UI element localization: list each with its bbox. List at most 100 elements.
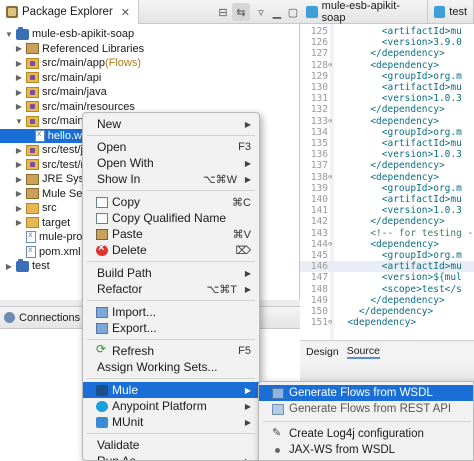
srcfolder-icon bbox=[26, 72, 39, 83]
collapsed-arrow-icon[interactable] bbox=[4, 261, 14, 271]
expanded-arrow-icon[interactable] bbox=[14, 116, 24, 126]
refresh-icon bbox=[96, 342, 108, 357]
code-line: <groupId>org.m bbox=[336, 70, 462, 82]
collapsed-arrow-icon[interactable] bbox=[14, 218, 24, 228]
folder-icon bbox=[26, 202, 39, 214]
tree-item-project[interactable]: mule-esb-apikit-soap bbox=[0, 26, 300, 41]
line-number: 134 bbox=[310, 126, 328, 138]
fold-toggle-icon[interactable]: ⊖ bbox=[328, 173, 332, 181]
tree-item-hello-wsdl[interactable]: hello.w bbox=[0, 128, 82, 143]
tab-design[interactable]: Design bbox=[306, 346, 339, 358]
project-icon bbox=[16, 258, 29, 272]
menu-item-label: New bbox=[97, 117, 122, 131]
line-number: 138 bbox=[310, 171, 328, 183]
tree-item-src-main-app[interactable]: src/main/app (Flows) bbox=[0, 56, 300, 70]
menu-export[interactable]: Export... bbox=[83, 320, 259, 336]
code-line: <artifactId>mu bbox=[336, 26, 462, 37]
collapsed-arrow-icon[interactable] bbox=[14, 73, 24, 83]
editor-tab-mule-esb-apikit-soap[interactable]: mule-esb-apikit-soap bbox=[300, 0, 428, 24]
collapsed-arrow-icon[interactable] bbox=[14, 174, 24, 184]
menu-build-path[interactable]: Build Path ▶ bbox=[83, 265, 259, 281]
menu-paste[interactable]: Paste ⌘V bbox=[83, 226, 259, 242]
menu-new[interactable]: New ▶ bbox=[83, 116, 259, 132]
line-number: 125 bbox=[310, 26, 328, 37]
menu-anypoint-platform[interactable]: Anypoint Platform ▶ bbox=[83, 398, 259, 414]
line-number: 135 bbox=[310, 138, 328, 149]
menu-item-label: Copy bbox=[112, 195, 141, 209]
change-ruler bbox=[330, 24, 334, 340]
fold-toggle-icon[interactable]: ⊖ bbox=[328, 240, 332, 248]
fold-toggle-icon[interactable]: ⊖ bbox=[328, 117, 332, 125]
tree-item-referenced-libraries[interactable]: Referenced Libraries bbox=[0, 42, 300, 56]
folder-icon bbox=[26, 217, 39, 228]
tree-item-label: src bbox=[42, 202, 57, 214]
collapsed-arrow-icon[interactable] bbox=[14, 102, 24, 112]
menu-item-label: Copy Qualified Name bbox=[112, 211, 227, 225]
menu-open[interactable]: Open F3 bbox=[83, 139, 259, 155]
tree-item-src-main-api[interactable]: src/main/api bbox=[0, 71, 300, 85]
submenu-jaxws-from-wsdl[interactable]: JAX-WS from WSDL bbox=[259, 442, 473, 458]
code-line: <dependency> bbox=[336, 317, 417, 329]
line-number: 137 bbox=[310, 160, 328, 172]
tree-item-src-main-java[interactable]: src/main/java bbox=[0, 85, 300, 99]
collapsed-arrow-icon[interactable] bbox=[14, 203, 24, 213]
line-number: 148 bbox=[310, 283, 328, 295]
line-number: 147 bbox=[310, 272, 328, 284]
fold-toggle-icon[interactable]: ⊖ bbox=[328, 318, 332, 326]
expanded-arrow-icon[interactable] bbox=[4, 29, 14, 39]
package-explorer-icon bbox=[6, 6, 18, 18]
code-line: <artifactId>mu bbox=[336, 194, 462, 205]
code-line: <groupId>org.m bbox=[336, 250, 462, 261]
menu-item-shortcut: ⌘C bbox=[232, 196, 251, 209]
menu-item-label: Paste bbox=[112, 227, 143, 241]
menu-validate[interactable]: Validate bbox=[83, 437, 259, 453]
menu-copy[interactable]: Copy ⌘C bbox=[83, 194, 259, 210]
submenu-generate-flows-wsdl[interactable]: Generate Flows from WSDL bbox=[259, 385, 473, 401]
munit-icon bbox=[96, 417, 108, 428]
code-line: <version>1.0.3 bbox=[336, 93, 462, 105]
package-explorer-title: Package Explorer bbox=[22, 6, 113, 18]
collapse-all-icon[interactable]: ⊟ bbox=[214, 3, 232, 21]
tree-item-label: mule-proj bbox=[39, 231, 85, 243]
menu-munit[interactable]: MUnit ▶ bbox=[83, 414, 259, 430]
menu-item-label: Validate bbox=[97, 438, 140, 452]
tree-item-suffix: (Flows) bbox=[104, 57, 142, 69]
menu-import[interactable]: Import... bbox=[83, 304, 259, 320]
collapsed-arrow-icon[interactable] bbox=[14, 160, 24, 170]
line-number: 146 bbox=[310, 261, 328, 273]
menu-separator bbox=[87, 339, 255, 340]
submenu-create-log4j[interactable]: Create Log4j configuration bbox=[259, 426, 473, 442]
collapsed-arrow-icon[interactable] bbox=[14, 44, 24, 54]
tree-item-label: Referenced Libraries bbox=[42, 42, 145, 55]
menu-refactor[interactable]: Refactor ⌥⌘T ▶ bbox=[83, 281, 259, 297]
package-explorer-tab[interactable]: Package Explorer ✕ bbox=[0, 0, 139, 24]
menu-open-with[interactable]: Open With ▶ bbox=[83, 155, 259, 171]
line-number: 150 bbox=[310, 306, 328, 317]
menu-show-in[interactable]: Show In ⌥⌘W ▶ bbox=[83, 171, 259, 187]
mule-icon bbox=[96, 385, 108, 396]
code-line: <version>1.0.3 bbox=[336, 205, 462, 217]
collapsed-arrow-icon[interactable] bbox=[14, 145, 24, 155]
collapsed-arrow-icon[interactable] bbox=[14, 58, 24, 68]
menu-refresh[interactable]: Refresh F5 bbox=[83, 342, 259, 359]
fold-toggle-icon[interactable]: ⊖ bbox=[328, 61, 332, 69]
xml-source-editor[interactable]: 125 <artifactId>mu 126 <version>3.9.0 127 … bbox=[300, 24, 474, 340]
editor-tab-label: test bbox=[449, 6, 467, 18]
collapsed-arrow-icon[interactable] bbox=[14, 87, 24, 97]
copy-icon bbox=[96, 213, 108, 224]
link-with-editor-icon[interactable]: ⇆ bbox=[232, 3, 250, 21]
menu-copy-qualified-name[interactable]: Copy Qualified Name bbox=[83, 210, 259, 226]
editor-tab-label: mule-esb-apikit-soap bbox=[321, 0, 400, 24]
tree-item-label: mule-esb-apikit-soap bbox=[32, 28, 135, 40]
submenu-generate-flows-rest[interactable]: Generate Flows from REST API bbox=[259, 401, 473, 417]
menu-delete[interactable]: Delete ⌦ bbox=[83, 242, 259, 258]
collapsed-arrow-icon[interactable] bbox=[14, 189, 24, 199]
code-line: <version>1.0.3 bbox=[336, 149, 462, 161]
menu-run-as[interactable]: Run As ▶ bbox=[83, 453, 259, 460]
tab-source[interactable]: Source bbox=[346, 345, 380, 359]
menu-assign-working-sets[interactable]: Assign Working Sets... bbox=[83, 359, 259, 375]
editor-tab-test[interactable]: test bbox=[428, 0, 474, 24]
menu-separator bbox=[87, 190, 255, 191]
menu-mule[interactable]: Mule ▶ bbox=[83, 382, 259, 398]
close-icon[interactable]: ✕ bbox=[121, 6, 130, 19]
